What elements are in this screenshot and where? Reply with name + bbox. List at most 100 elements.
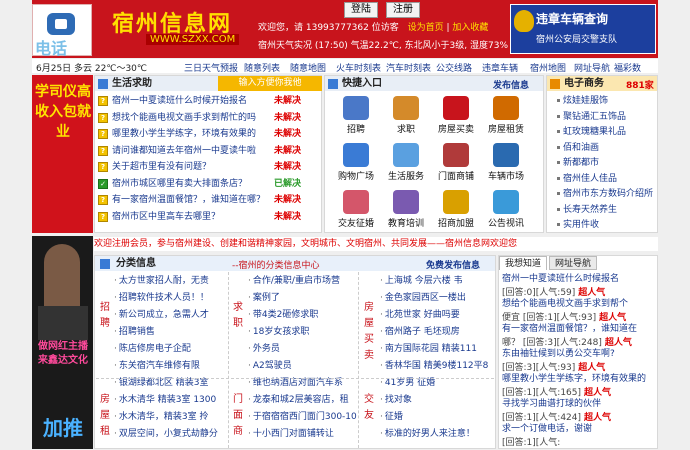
classified-link[interactable]: 龙泰和城2层美容店，租 xyxy=(248,393,364,408)
nav-link[interactable]: 随意地图 xyxy=(290,61,326,74)
classified-link[interactable]: 带4类2砸修求职 xyxy=(248,308,364,323)
ecommerce-link[interactable]: 实用件收 xyxy=(557,219,657,231)
life-help-item[interactable]: ✓ 宿州市城区哪里有卖大排面条店？ 已解决 xyxy=(98,177,310,191)
life-help-question[interactable]: 请问谁都知道去年宿州一中夏读牛啦 xyxy=(112,144,264,158)
nav-link[interactable]: 公交线路 xyxy=(436,61,472,74)
life-help-item[interactable]: ? 想找个能画电视文画手求到帮忙的吗 未解决 xyxy=(98,111,310,125)
ecommerce-link[interactable]: 虹玫瑰糖果礼品 xyxy=(557,126,657,138)
classified-link[interactable]: 陈店修房电子企配 xyxy=(114,342,232,357)
classified-link[interactable]: 南方国际花园 精装111 xyxy=(380,342,488,357)
classified-link[interactable]: 太方世家招人耐，无责 xyxy=(114,274,232,289)
login-button[interactable]: 登陆 xyxy=(344,2,378,18)
nav-link[interactable]: 福彩数 xyxy=(614,61,641,74)
qa-question[interactable]: 有一家宿州温面餐馆？，谁知道在 xyxy=(502,322,656,336)
life-help-question[interactable]: 哪里教小学生学练字，环境有效果的 xyxy=(112,127,264,141)
classified-link[interactable]: 水木清华，精装3室 拎 xyxy=(114,410,232,425)
qa-item[interactable]: 东由袖钍候到以勇公交车啊? [回答:3][人气:93] 超人气 xyxy=(502,347,656,375)
nav-link[interactable]: 随意列表 xyxy=(244,61,280,74)
life-help-subtitle[interactable]: 输入方便你我他 xyxy=(218,76,322,91)
nav-link[interactable]: 违章车辆 xyxy=(482,61,518,74)
tab-url-nav[interactable]: 网址导航 xyxy=(549,256,597,270)
quick-entry-item[interactable]: 招商加盟 xyxy=(431,190,481,229)
classified-link[interactable]: 宿州路子 毛坯现房 xyxy=(380,325,488,340)
classified-link[interactable]: 北苑世家 好曲吗要 xyxy=(380,308,488,323)
classified-link[interactable]: 水木清华 精装3室 1300 xyxy=(114,393,232,408)
classified-link[interactable]: 新公司成立，急需人才 xyxy=(114,308,232,323)
classified-link[interactable]: 于宿宿宿西门面门300-10 xyxy=(248,410,364,425)
life-help-question[interactable]: 有一家宿州温面餐馆？，谁知道在哪？ xyxy=(112,193,264,207)
quick-entry-item[interactable]: 房屋买卖 xyxy=(431,96,481,135)
qa-question[interactable]: 寻找学习曲谱打球的伙伴 xyxy=(502,397,656,411)
ecommerce-link[interactable]: 炫娃娃服饰 xyxy=(557,95,657,107)
classified-link[interactable]: A2驾驶员 xyxy=(248,359,364,374)
ecommerce-link[interactable]: 宿州市东方数码介绍所 xyxy=(557,188,657,200)
classified-link[interactable]: 招聘销售 xyxy=(114,325,232,340)
life-help-question[interactable]: 关于超市里有没有问题？ xyxy=(112,160,264,174)
category-tag[interactable]: 房屋买卖 xyxy=(362,300,376,364)
life-help-question[interactable]: 宿州市区中里高车去哪里？ xyxy=(112,210,264,224)
publish-info-link[interactable]: 发布信息 xyxy=(493,78,529,91)
qa-question[interactable]: 宿州一中夏读班什么时候报名 xyxy=(502,272,656,286)
register-button[interactable]: 注册 xyxy=(386,2,420,18)
qa-item[interactable]: 求一个订做电话，谢谢 [回答:1][人气: xyxy=(502,422,656,450)
ecommerce-link[interactable]: 聚钻通汇五饰品 xyxy=(557,111,657,123)
life-help-item[interactable]: ? 有一家宿州温面餐馆？，谁知道在哪？ 未解决 xyxy=(98,193,310,207)
free-publish-link[interactable]: 免费发布信息 xyxy=(426,258,480,271)
classified-link[interactable]: 外务员 xyxy=(248,342,364,357)
qa-item[interactable]: 哪里教小学生学练字，环境有效果的 [回答:1][人气:165] 超人气 xyxy=(502,372,656,400)
tab-want-to-know[interactable]: 我想知道 xyxy=(499,256,547,270)
quick-entry-item[interactable]: 交友征婚 xyxy=(331,190,381,229)
nav-link[interactable]: 汽车时刻表 xyxy=(386,61,431,74)
announcement-marquee[interactable]: 欢迎注册会员，参与宿州建设、创建和谐精神家园，文明城市、文明宿州、共同发展——宿… xyxy=(94,237,658,251)
classified-link[interactable]: 双层空间，小复式劫静分 xyxy=(114,427,232,442)
quick-entry-item[interactable]: 生活服务 xyxy=(381,143,431,182)
quick-entry-item[interactable]: 车辆市场 xyxy=(481,143,531,182)
classified-link[interactable]: 香林华国 精美9楼112平80 xyxy=(380,359,488,374)
classified-link[interactable]: 标准的好男人来注意！ xyxy=(380,427,488,442)
add-favorite-link[interactable]: 加入收藏 xyxy=(452,23,488,33)
qa-question[interactable]: 哪里教小学生学练字，环境有效果的 xyxy=(502,372,656,386)
life-help-item[interactable]: ? 请问谁都知道去年宿州一中夏读牛啦 未解决 xyxy=(98,144,310,158)
nav-link[interactable]: 宿州地图 xyxy=(530,61,566,74)
classified-link[interactable]: 18岁女孩求职 xyxy=(248,325,364,340)
life-help-question[interactable]: 宿州市城区哪里有卖大排面条店？ xyxy=(112,177,264,191)
classified-link[interactable]: 十小西门对面铺转让 xyxy=(248,427,364,442)
ecommerce-link[interactable]: 长寿天然养生 xyxy=(557,204,657,216)
qa-item[interactable]: 宿州一中夏读班什么时候报名 [回答:0][人气:59] 超人气 xyxy=(502,272,656,300)
category-tag[interactable]: 求职 xyxy=(231,300,245,332)
quick-entry-item[interactable]: 房屋租赁 xyxy=(481,96,531,135)
ecommerce-link[interactable]: 佰和油画 xyxy=(557,142,657,154)
classified-link[interactable]: 东关宿汽车维修有限 xyxy=(114,359,232,374)
life-help-item[interactable]: ? 宿州一中夏读班什么时候开始报名 未解决 xyxy=(98,94,310,108)
quick-entry-item[interactable]: 教育培训 xyxy=(381,190,431,229)
life-help-question[interactable]: 宿州一中夏读班什么时候开始报名 xyxy=(112,94,264,108)
qa-item[interactable]: 有一家宿州温面餐馆？，谁知道在 哪？ [回答:3][人气:248] 超人气 xyxy=(502,322,656,350)
category-tag[interactable]: 招聘 xyxy=(98,300,112,332)
quick-entry-item[interactable]: 求职 xyxy=(381,96,431,135)
nav-link[interactable]: 火车时刻表 xyxy=(336,61,381,74)
quick-entry-item[interactable]: 招聘 xyxy=(331,96,381,135)
life-help-item[interactable]: ? 关于超市里有没有问题？ 未解决 xyxy=(98,160,310,174)
ecommerce-link[interactable]: 新都都市 xyxy=(557,157,657,169)
category-tag[interactable]: 交友 xyxy=(362,392,376,424)
classified-link[interactable]: 招聘软件技术人员！！ xyxy=(114,291,232,306)
qa-item[interactable]: 寻找学习曲谱打球的伙伴 [回答:1][人气:424] 超人气 xyxy=(502,397,656,425)
classified-link[interactable]: 案例了 xyxy=(248,291,364,306)
quick-entry-item[interactable]: 购物广场 xyxy=(331,143,381,182)
classified-link[interactable]: 金色家园西区一楼出 xyxy=(380,291,488,306)
classified-link[interactable]: 征婚 xyxy=(380,410,488,425)
classified-link[interactable]: 找对象 xyxy=(380,393,488,408)
nav-link[interactable]: 网址导航 xyxy=(574,61,610,74)
promo-label[interactable]: 加推 xyxy=(34,412,92,441)
life-help-item[interactable]: ? 宿州市区中里高车去哪里？ 未解决 xyxy=(98,210,310,224)
category-tag[interactable]: 门面商 xyxy=(231,392,245,440)
qa-question[interactable]: 想给个能画电视文画手求到帮个 xyxy=(502,297,656,311)
ecommerce-link[interactable]: 宿州佳人佳品 xyxy=(557,173,657,185)
classified-link[interactable]: 上海城 今层六楼 韦 xyxy=(380,274,488,289)
life-help-question[interactable]: 想找个能画电视文画手求到帮忙的吗 xyxy=(112,111,264,125)
category-tag[interactable]: 房屋租 xyxy=(98,392,112,440)
qa-item[interactable]: 想给个能画电视文画手求到帮个 便宜 [回答:1][人气:93] 超人气 xyxy=(502,297,656,325)
qa-question[interactable]: 求一个订做电话，谢谢 xyxy=(502,422,656,436)
life-help-item[interactable]: ? 哪里教小学生学练字，环境有效果的 未解决 xyxy=(98,127,310,141)
set-home-link[interactable]: 设为首页 xyxy=(408,23,444,33)
